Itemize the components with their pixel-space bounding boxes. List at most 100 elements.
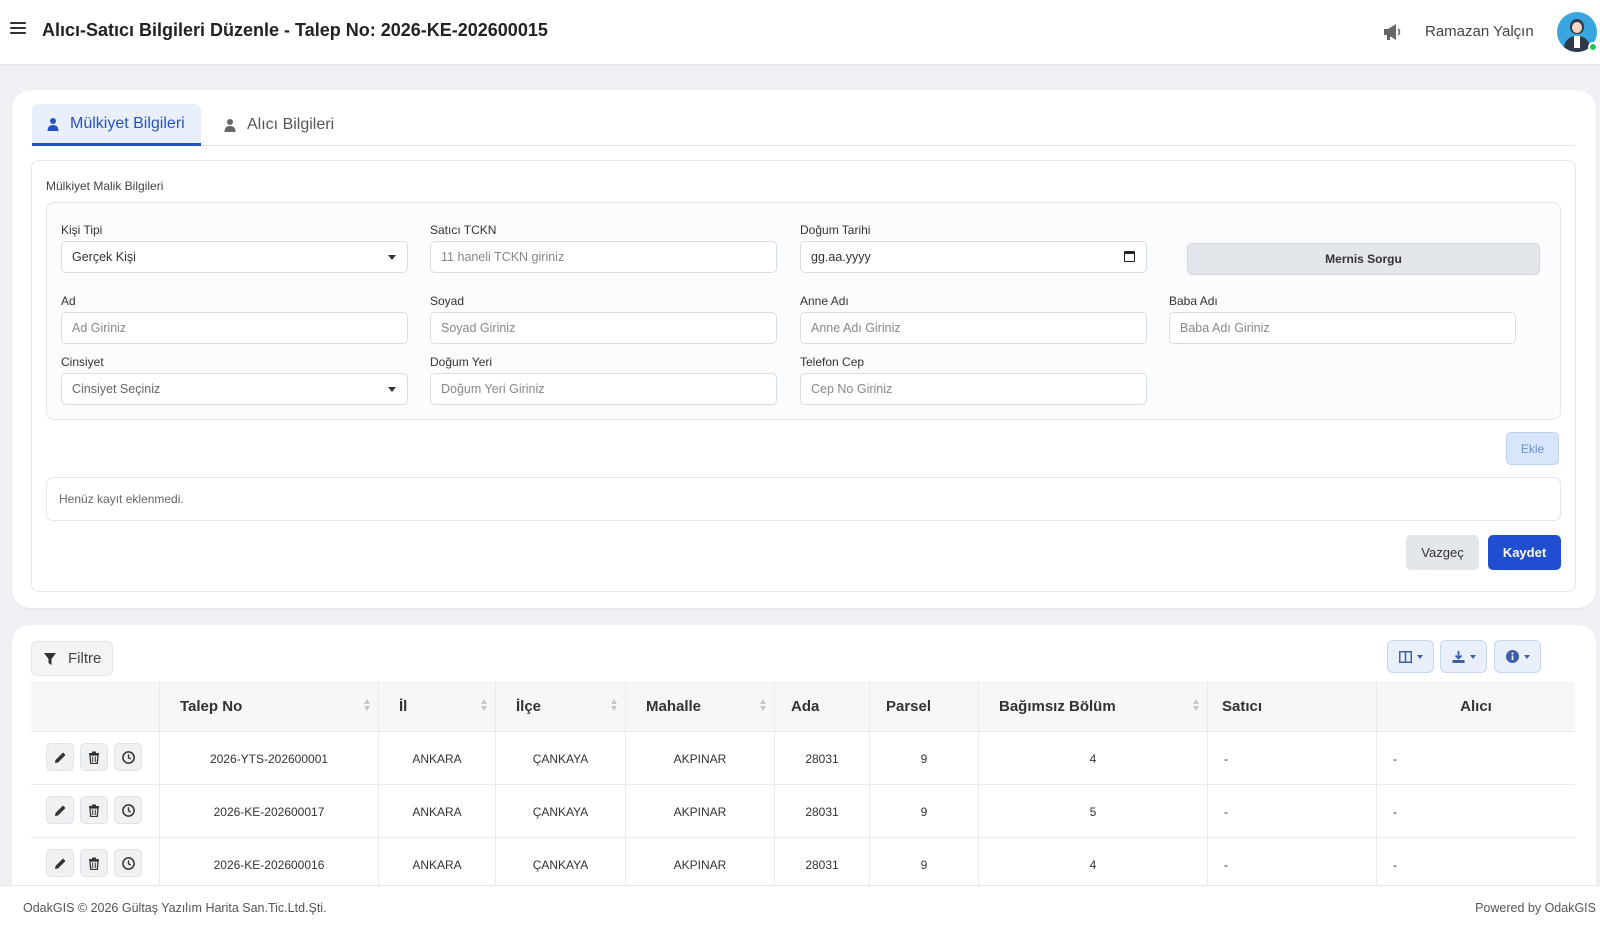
chevron-down-icon (1416, 654, 1423, 659)
dogum-yeri-placeholder: Doğum Yeri Giriniz (441, 382, 545, 396)
cell-ada: 28031 (774, 785, 869, 838)
empty-records-message: Henüz kayıt eklenmedi. (46, 477, 1561, 521)
history-button[interactable] (114, 796, 142, 824)
delete-button[interactable] (80, 796, 108, 824)
dogum-yeri-input[interactable]: Doğum Yeri Giriniz (430, 373, 777, 405)
header-bagimsiz-bolum[interactable]: Bağımsız Bölüm (978, 681, 1207, 732)
calendar-icon[interactable] (1124, 251, 1135, 262)
tab-mulkiyet-bilgileri[interactable]: Mülkiyet Bilgileri (32, 104, 201, 146)
cell-ilce: ÇANKAYA (495, 838, 625, 885)
cinsiyet-value: Cinsiyet Seçiniz (72, 382, 161, 396)
cell-bagimsiz-bolum: 5 (978, 785, 1207, 838)
pencil-icon (54, 805, 65, 816)
tab-label: Alıcı Bilgileri (247, 116, 335, 133)
edit-button[interactable] (46, 849, 74, 877)
delete-button[interactable] (80, 743, 108, 771)
tab-alici-bilgileri[interactable]: Alıcı Bilgileri (209, 104, 348, 146)
cell-mahalle: AKPINAR (625, 785, 774, 838)
save-button[interactable]: Kaydet (1488, 535, 1561, 570)
tab-label: Mülkiyet Bilgileri (70, 114, 185, 132)
dogum-tarihi-input[interactable]: gg.aa.yyyy (800, 241, 1147, 273)
cell-parsel: 9 (869, 838, 978, 885)
table-row: 2026-KE-202600016 ANKARA ÇANKAYA AKPINAR… (31, 838, 1575, 885)
sort-icon[interactable] (1193, 699, 1200, 713)
header-ilce[interactable]: İlçe (495, 681, 625, 732)
header-label: Alıcı (1460, 698, 1492, 715)
sort-icon[interactable] (364, 699, 371, 713)
edit-button[interactable] (46, 796, 74, 824)
header-il[interactable]: İl (378, 681, 495, 732)
cinsiyet-select[interactable]: Cinsiyet Seçiniz (61, 373, 408, 405)
header-label: İl (399, 698, 408, 715)
telefon-label: Telefon Cep (800, 355, 865, 369)
trash-icon (89, 857, 99, 870)
user-icon (224, 119, 236, 132)
soyad-label: Soyad (430, 294, 465, 308)
cell-il: ANKARA (378, 785, 495, 838)
hamburger-menu-icon[interactable] (10, 22, 26, 36)
satici-tckn-input[interactable]: 11 haneli TCKN giriniz (430, 241, 777, 273)
user-name[interactable]: Ramazan Yalçın (1425, 23, 1534, 40)
mernis-sorgu-button[interactable]: Mernis Sorgu (1187, 243, 1540, 275)
info-button[interactable] (1494, 640, 1541, 673)
header-talep-no[interactable]: Talep No (159, 681, 378, 732)
telefon-input[interactable]: Cep No Giriniz (800, 373, 1147, 405)
filter-icon (44, 652, 56, 665)
soyad-input[interactable]: Soyad Giriniz (430, 312, 777, 344)
kisi-tipi-select[interactable]: Gerçek Kişi (61, 241, 408, 273)
header-label: İlçe (516, 698, 542, 715)
megaphone-icon[interactable] (1382, 22, 1406, 42)
cancel-button[interactable]: Vazgeç (1406, 535, 1479, 570)
clock-icon (121, 856, 135, 870)
dogum-yeri-label: Doğum Yeri (430, 355, 493, 369)
anne-adi-input[interactable]: Anne Adı Giriniz (800, 312, 1147, 344)
baba-adi-input[interactable]: Baba Adı Giriniz (1169, 312, 1516, 344)
actions-header (31, 681, 159, 732)
dogum-tarihi-label: Doğum Tarihi (800, 223, 871, 237)
header-label: Bağımsız Bölüm (999, 698, 1116, 715)
edit-button[interactable] (46, 743, 74, 771)
pencil-icon (54, 858, 65, 869)
history-button[interactable] (114, 849, 142, 877)
footer-powered-by[interactable]: Powered by OdakGIS (1475, 886, 1596, 928)
header-ada: Ada (774, 681, 869, 732)
table-row: 2026-YTS-202600001 ANKARA ÇANKAYA AKPINA… (31, 732, 1575, 785)
cell-talep-no: 2026-YTS-202600001 (159, 732, 378, 785)
columns-toggle-button[interactable] (1387, 640, 1434, 673)
delete-button[interactable] (80, 849, 108, 877)
ekle-button[interactable]: Ekle (1506, 432, 1559, 465)
cell-parsel: 9 (869, 785, 978, 838)
chevron-down-icon (1469, 654, 1476, 659)
table-row: 2026-KE-202600017 ANKARA ÇANKAYA AKPINAR… (31, 785, 1575, 838)
ad-input[interactable]: Ad Giriniz (61, 312, 408, 344)
cell-ilce: ÇANKAYA (495, 785, 625, 838)
sort-icon[interactable] (481, 699, 488, 713)
cell-satici: - (1207, 838, 1376, 885)
filter-button[interactable]: Filtre (31, 641, 113, 676)
owner-form: Kişi Tipi Gerçek Kişi Satıcı TCKN 11 han… (46, 202, 1561, 420)
cell-talep-no: 2026-KE-202600016 (159, 838, 378, 885)
header-satici: Satıcı (1207, 681, 1376, 732)
telefon-placeholder: Cep No Giriniz (811, 382, 893, 396)
records-table-card: Filtre Talep No İl İlçe Mahalle Ada Pars… (12, 625, 1596, 885)
header-mahalle[interactable]: Mahalle (625, 681, 774, 732)
chevron-down-icon (1523, 654, 1530, 659)
sort-icon[interactable] (760, 699, 767, 713)
header-parsel: Parsel (869, 681, 978, 732)
info-icon (1505, 650, 1519, 663)
kisi-tipi-value: Gerçek Kişi (72, 250, 136, 264)
dogum-tarihi-value: gg.aa.yyyy (811, 250, 871, 264)
soyad-placeholder: Soyad Giriniz (441, 321, 516, 335)
header-label: Mahalle (646, 698, 702, 715)
export-button[interactable] (1440, 640, 1487, 673)
cell-alici: - (1376, 732, 1575, 785)
cell-parsel: 9 (869, 732, 978, 785)
sort-icon[interactable] (611, 699, 618, 713)
columns-icon (1398, 650, 1412, 663)
page-title: Alıcı-Satıcı Bilgileri Düzenle - Talep N… (42, 20, 548, 40)
history-button[interactable] (114, 743, 142, 771)
cell-ada: 28031 (774, 838, 869, 885)
clock-icon (121, 750, 135, 764)
header-label: Talep No (180, 698, 243, 715)
baba-adi-label: Baba Adı (1169, 294, 1218, 308)
